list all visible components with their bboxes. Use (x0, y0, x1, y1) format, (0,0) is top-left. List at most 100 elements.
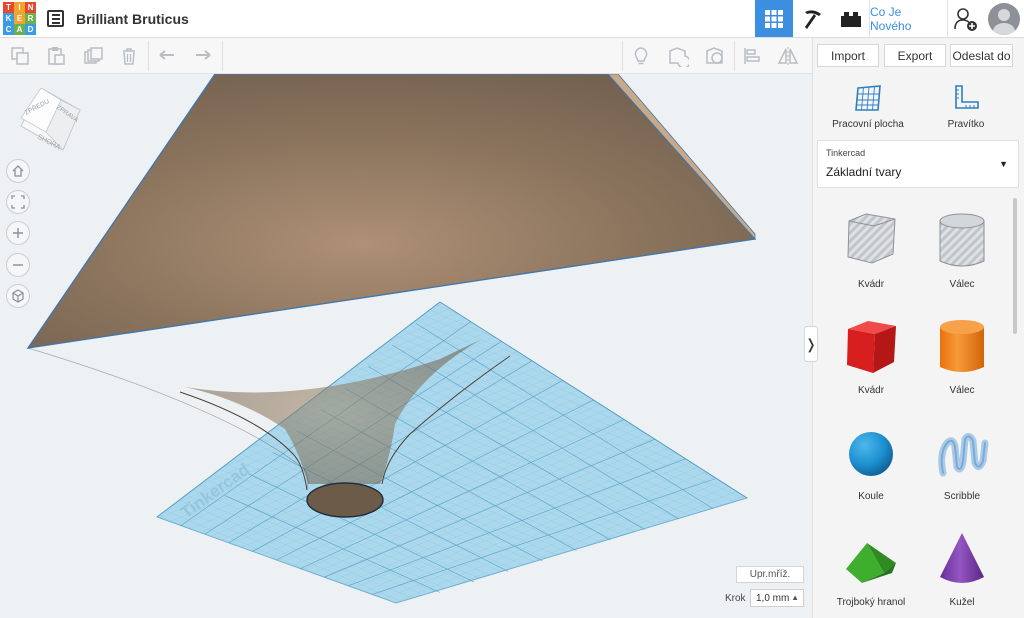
project-title[interactable]: Brilliant Bruticus (76, 11, 189, 27)
cylinder-icon (940, 320, 984, 372)
bricks-view-button[interactable] (833, 0, 869, 37)
workplane[interactable] (155, 301, 749, 604)
snap-grid-select[interactable]: 1,0 mm ▲ (750, 589, 804, 607)
shape-label: Válec (949, 279, 975, 290)
shape-hole-button[interactable] (704, 45, 726, 67)
avatar (988, 2, 1020, 35)
lightbulb-icon (634, 47, 648, 65)
export-button[interactable]: Export (884, 44, 946, 67)
shape-box-hole[interactable]: Kvádr (826, 211, 916, 290)
notes-button[interactable] (630, 45, 652, 67)
ruler-tool[interactable]: Pravítko (916, 84, 1016, 130)
redo-button[interactable] (192, 45, 214, 67)
logo-letter: D (25, 24, 36, 35)
shape-label: Kužel (949, 597, 975, 608)
workplane-icon (855, 85, 881, 111)
ruler-label: Pravítko (947, 119, 985, 130)
shape-grid: Kvádr Válec Kvádr Válec Koule Scribble T… (813, 195, 1013, 618)
3d-design-view-button[interactable] (755, 0, 793, 37)
design-menu-icon[interactable] (47, 10, 64, 27)
pickaxe-icon (805, 9, 821, 29)
shape-solid-button[interactable] (667, 45, 689, 67)
workplane-tool[interactable]: Pracovní plocha (818, 84, 918, 130)
fit-view-button[interactable] (6, 190, 30, 214)
copy-button[interactable] (9, 45, 31, 67)
library-name: Základní tvary (826, 165, 902, 179)
align-icon (744, 48, 760, 64)
edit-grid-button[interactable]: Upr.mříž. (736, 566, 804, 583)
workplane-label: Pracovní plocha (832, 119, 904, 130)
tinkercad-logo[interactable]: T I N K E R C A D (3, 2, 36, 35)
minus-icon (13, 264, 23, 266)
mirror-button[interactable] (777, 45, 799, 67)
3d-viewport[interactable]: Tinkercad ZPŘEDU ZPRAVA SHORA Upr.mříž. … (0, 74, 812, 618)
caret-up-icon: ▲ (791, 593, 799, 602)
plus-icon (13, 228, 23, 238)
perspective-button[interactable] (6, 284, 30, 308)
blocks-view-button[interactable] (795, 0, 831, 37)
view-cube[interactable]: ZPŘEDU ZPRAVA SHORA (16, 88, 84, 154)
box-hole-icon (847, 213, 896, 264)
ruler-icon (955, 85, 979, 109)
shape-label: Scribble (943, 491, 981, 502)
shape-sphere[interactable]: Koule (826, 423, 916, 502)
home-view-button[interactable] (6, 159, 30, 183)
tinkercad-app: T I N K E R C A D Brilliant Bruticus Co … (0, 0, 1024, 618)
cylinder-hole-icon (939, 213, 985, 267)
undo-icon (159, 50, 174, 60)
shape-library-dropdown[interactable]: Tinkercad Základní tvary ▼ (817, 140, 1019, 188)
mirror-icon (777, 47, 799, 65)
shape-label: Kvádr (857, 279, 885, 290)
logo-letter: R (25, 13, 36, 24)
zoom-out-button[interactable] (6, 253, 30, 277)
copy-icon (11, 47, 29, 65)
shape-cylinder[interactable]: Válec (917, 317, 1007, 396)
snap-grid-label: Krok (725, 593, 746, 604)
whats-new-button[interactable]: Co Je Nového (870, 0, 946, 37)
add-user-icon (954, 7, 977, 31)
top-bar: T I N K E R C A D Brilliant Bruticus Co … (0, 0, 1024, 38)
duplicate-icon (84, 47, 103, 64)
shape-box[interactable]: Kvádr (826, 317, 916, 396)
align-button[interactable] (741, 45, 763, 67)
logo-letter: T (3, 2, 14, 13)
shape-label: Válec (949, 385, 975, 396)
3d-scene[interactable]: Tinkercad (0, 74, 812, 618)
zoom-in-button[interactable] (6, 221, 30, 245)
shape-list-scrollbar[interactable] (1013, 198, 1017, 334)
logo-letter: C (3, 24, 14, 35)
panel-collapse-button[interactable]: ❭ (804, 326, 818, 362)
paste-icon (48, 47, 65, 65)
caret-down-icon: ▼ (999, 159, 1008, 169)
shape-scribble[interactable]: Scribble (917, 423, 1007, 502)
trash-icon (123, 48, 135, 65)
home-icon (12, 165, 24, 177)
logo-letter: K (3, 13, 14, 24)
shape-cylinder-hole[interactable]: Válec (917, 211, 1007, 290)
delete-button[interactable] (118, 45, 140, 67)
paste-button[interactable] (45, 45, 67, 67)
library-source: Tinkercad (826, 148, 866, 158)
shape-label: Kvádr (857, 385, 885, 396)
redo-icon (196, 50, 211, 60)
invite-user-button[interactable] (948, 0, 984, 37)
shape-label: Trojboký hranol (836, 597, 906, 608)
logo-letter: N (25, 2, 36, 13)
right-panel: Import Export Odeslat do Pracovní plocha… (812, 38, 1024, 618)
toolbar-divider (222, 41, 223, 71)
shape-cone[interactable]: Kužel (917, 529, 1007, 608)
send-to-button[interactable]: Odeslat do (950, 44, 1013, 67)
box-icon (847, 321, 896, 373)
logo-letter: I (14, 2, 25, 13)
shape-label: Koule (858, 491, 884, 502)
scribble-icon (938, 432, 989, 477)
logo-letter: E (14, 13, 25, 24)
shape-roof[interactable]: Trojboký hranol (826, 529, 916, 608)
shape-icon (669, 47, 689, 67)
import-button[interactable]: Import (817, 44, 879, 67)
user-avatar-button[interactable] (985, 0, 1023, 37)
logo-letter: A (14, 24, 25, 35)
duplicate-button[interactable] (82, 45, 104, 67)
undo-button[interactable] (156, 45, 178, 67)
roof-icon (846, 543, 896, 583)
